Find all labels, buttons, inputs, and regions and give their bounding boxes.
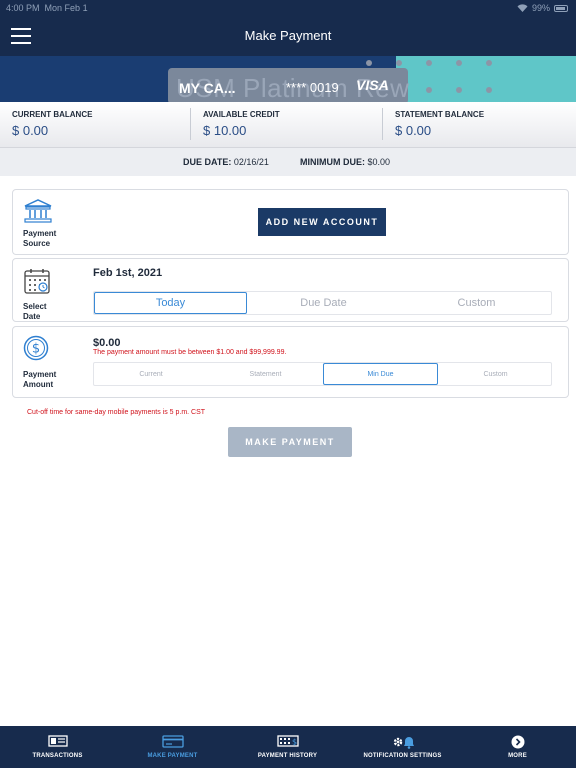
payment-source-label: Payment Source: [23, 229, 57, 248]
tab-more[interactable]: MORE: [460, 726, 575, 768]
minimum-due: MINIMUM DUE: $0.00: [300, 157, 391, 167]
payment-amount-panel: $ Payment Amount $0.00 The payment amoun…: [12, 326, 569, 398]
wifi-icon: [517, 4, 528, 12]
date-option-custom[interactable]: Custom: [400, 292, 553, 314]
tab-transactions[interactable]: TRANSACTIONS: [0, 726, 115, 768]
status-right: 99%: [517, 3, 568, 13]
bottom-tab-bar: TRANSACTIONS MAKE PAYMENT $ PAYMENT HIST…: [0, 726, 576, 768]
visa-logo: VISA: [356, 77, 389, 93]
tab-label: NOTIFICATION SETTINGS: [363, 753, 442, 759]
tab-label: TRANSACTIONS: [32, 753, 83, 759]
amount-option-group: Current Statement Min Due Custom: [93, 362, 552, 386]
select-date-panel: Select Date Feb 1st, 2021 Today Due Date…: [12, 258, 569, 322]
nav-bar: Make Payment: [0, 16, 576, 56]
tab-make-payment[interactable]: MAKE PAYMENT: [115, 726, 230, 768]
tab-notification-settings[interactable]: NOTIFICATION SETTINGS: [345, 726, 460, 768]
more-icon: [511, 735, 524, 749]
payment-source-panel: Payment Source ADD NEW ACCOUNT: [12, 189, 569, 255]
due-row: DUE DATE: 02/16/21 MINIMUM DUE: $0.00: [0, 148, 576, 176]
available-credit: AVAILABLE CREDIT $ 10.00: [203, 110, 280, 138]
payment-history-icon: $: [276, 735, 299, 747]
make-payment-button[interactable]: MAKE PAYMENT: [228, 427, 352, 457]
amount-option-min-due[interactable]: Min Due: [323, 363, 438, 385]
svg-text:$: $: [291, 738, 296, 747]
cutoff-note: Cut-off time for same-day mobile payment…: [27, 409, 206, 416]
tab-payment-history[interactable]: $ PAYMENT HISTORY: [230, 726, 345, 768]
date-option-group: Today Due Date Custom: [93, 291, 552, 315]
due-date: DUE DATE: 02/16/21: [183, 157, 269, 167]
card-payment-icon: [161, 735, 184, 748]
tab-label: MAKE PAYMENT: [147, 753, 198, 759]
svg-text:$: $: [32, 342, 40, 357]
calendar-icon: [24, 269, 50, 294]
payment-amount-value: $0.00: [93, 337, 121, 349]
battery-icon: [554, 4, 568, 12]
add-new-account-button[interactable]: ADD NEW ACCOUNT: [258, 208, 386, 236]
tab-label: MORE: [508, 753, 527, 759]
amount-option-custom[interactable]: Custom: [438, 363, 553, 385]
credit-card[interactable]: USM Platinum Rew MY CA... **** 0019 VISA: [168, 68, 409, 102]
page-title: Make Payment: [244, 28, 332, 43]
bank-icon: [24, 199, 52, 223]
select-date-label: Select Date: [23, 302, 47, 321]
payment-source-section: Payment Source: [23, 198, 63, 249]
payment-amount-section: $ Payment Amount: [23, 335, 63, 390]
current-balance: CURRENT BALANCE $ 0.00: [12, 110, 93, 138]
payment-amount-error: The payment amount must be between $1.00…: [93, 349, 287, 356]
dollar-circle-icon: $: [23, 335, 49, 361]
card-banner: USM Platinum Rew MY CA... **** 0019 VISA: [0, 56, 576, 102]
statement-balance: STATEMENT BALANCE $ 0.00: [395, 110, 485, 138]
select-date-section: Select Date: [23, 267, 63, 322]
balances-row: CURRENT BALANCE $ 0.00 AVAILABLE CREDIT …: [0, 102, 576, 148]
transactions-icon: [47, 735, 68, 747]
amount-option-statement[interactable]: Statement: [208, 363, 323, 385]
card-number: **** 0019: [286, 80, 339, 95]
notification-settings-icon: [393, 737, 414, 749]
battery-percent: 99%: [531, 3, 550, 13]
status-time: 4:00 PM Mon Feb 1: [6, 3, 88, 13]
date-option-today[interactable]: Today: [94, 292, 247, 314]
payment-amount-label: Payment Amount: [23, 370, 57, 389]
card-name: MY CA...: [179, 80, 236, 96]
amount-option-current[interactable]: Current: [94, 363, 208, 385]
tab-label: PAYMENT HISTORY: [257, 753, 318, 759]
status-bar: 4:00 PM Mon Feb 1 99%: [0, 0, 576, 16]
date-option-due-date[interactable]: Due Date: [247, 292, 400, 314]
selected-date: Feb 1st, 2021: [93, 267, 163, 279]
